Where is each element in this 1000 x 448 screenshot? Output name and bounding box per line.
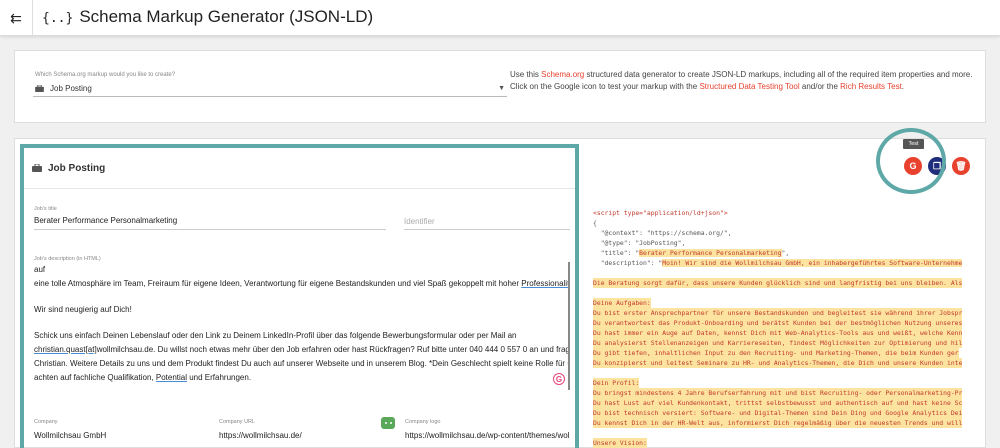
robot-icon[interactable] — [381, 417, 395, 429]
code-line: Dein Profil: — [593, 378, 640, 388]
desc-line: eine tolle Atmosphäre im Team, Freiraum … — [34, 279, 570, 288]
caret-down-icon: ▼ — [498, 85, 505, 92]
code-line: Unsere Vision: — [593, 438, 647, 448]
page-title: {..} Schema Markup Generator (JSON-LD) — [42, 7, 373, 27]
generator-description: Use this Schema.org structured data gene… — [510, 69, 980, 92]
code-line: Du hast immer ein Auge auf Daten, kennst… — [593, 328, 963, 338]
code-line: Du hast Lust auf viel Kundenkontakt, tri… — [593, 398, 963, 408]
schema-select-label: Which Schema.org markup would you like t… — [35, 72, 176, 78]
company-label: Company — [34, 419, 58, 425]
briefcase-icon — [32, 164, 42, 172]
code-braces-icon: {..} — [42, 11, 74, 26]
code-line: "@context": "https://schema.org/", — [593, 229, 732, 237]
code-line: "description": "Moin! Wir sind die Wollm… — [593, 259, 963, 267]
code-line: Du bringst mindestens 4 Jahre Berufserfa… — [593, 388, 963, 398]
form-heading: Job Posting — [32, 161, 105, 175]
schema-select-value: Job Posting — [50, 84, 92, 93]
code-line: Du kennst Dich in der HR-Welt aus, infor… — [593, 418, 963, 428]
company-input[interactable]: Wollmilchsau GmbH — [34, 431, 204, 440]
desc-line: Christian. Weitere Details zu uns und de… — [34, 359, 570, 368]
form-divider — [24, 188, 575, 189]
desc-line: Wir sind neugierig auf Dich! — [34, 305, 132, 314]
desc-line: auf — [34, 265, 46, 274]
company-logo-label: Company logo — [405, 419, 441, 425]
form-heading-text: Job Posting — [48, 162, 106, 174]
app-header: ⇇ {..} Schema Markup Generator (JSON-LD) — [0, 0, 1000, 36]
structured-data-testing-tool-link[interactable]: Structured Data Testing Tool — [699, 82, 799, 91]
job-title-label: Job's title — [34, 206, 57, 212]
code-line: { — [593, 219, 597, 227]
page-title-text: Schema Markup Generator (JSON-LD) — [79, 7, 374, 26]
code-line: "@type": "JobPosting", — [593, 239, 686, 247]
code-line: Du gibt tiefen, inhaltlichen Input zu de… — [593, 348, 959, 358]
identifier-underline — [404, 229, 570, 230]
code-line: <script type="application/ld+json"> — [593, 209, 728, 217]
desc-line: christian.quast[at]wollmilchsau.de. Du w… — [34, 345, 570, 354]
code-line: Du konzipierst und leitest Seminare zu H… — [593, 358, 963, 368]
code-line: Du verantwortest das Produkt-Onboarding … — [593, 318, 963, 328]
schema-selector-panel: Which Schema.org markup would you like t… — [14, 50, 986, 123]
company-logo-input[interactable]: https://wollmilchsau.de/wp-content/theme… — [405, 431, 570, 440]
menu-collapse-icon[interactable]: ⇇ — [0, 0, 33, 36]
textarea-scrollbar[interactable] — [568, 262, 570, 390]
desc-text: Use this — [510, 70, 542, 79]
job-title-underline — [34, 229, 386, 230]
code-line: Du bist technisch versiert: Software- un… — [593, 408, 963, 418]
rich-results-test-link[interactable]: Rich Results Test — [840, 82, 902, 91]
desc-line: achten auf fachliche Qualifikation, Pote… — [34, 373, 252, 382]
desc-line: Schick uns einfach Deinen Lebenslauf ode… — [34, 331, 517, 340]
schema-type-select[interactable]: Job Posting ▼ — [33, 81, 507, 97]
json-ld-output[interactable]: <script type="application/ld+json"> { "@… — [593, 208, 973, 448]
desc-text: and/or the — [799, 81, 841, 91]
job-description-label: Job's description (in HTML) — [34, 256, 101, 262]
copy-icon[interactable]: ❐ — [928, 157, 946, 175]
identifier-input[interactable]: Identifier — [404, 217, 435, 226]
briefcase-icon — [35, 85, 44, 92]
company-url-input[interactable]: https://wollmilchsau.de/ — [219, 431, 389, 440]
job-description-textarea[interactable]: auf eine tolle Atmosphäre im Team, Freir… — [34, 263, 570, 393]
test-tooltip: Test — [903, 139, 924, 149]
schema-org-link[interactable]: Schema.org — [541, 70, 584, 79]
company-url-label: Company URL — [219, 419, 256, 425]
code-line: Du analysierst Stellenanzeigen und Karri… — [593, 338, 963, 348]
code-line: "title": "Berater Performance Personalma… — [593, 249, 790, 257]
google-test-button[interactable]: G — [904, 157, 922, 175]
grammar-check-icon[interactable]: G — [553, 373, 565, 385]
delete-icon[interactable]: 🗑 — [952, 157, 970, 175]
code-line: Du bist erster Ansprechpartner für unser… — [593, 308, 963, 318]
desc-text: . — [901, 81, 905, 91]
job-title-input[interactable]: Berater Performance Personalmarketing — [34, 216, 384, 225]
code-line: Deine Aufgaben: — [593, 298, 651, 308]
code-line: Die Beratung sorgt dafür, dass unsere Ku… — [593, 278, 963, 288]
